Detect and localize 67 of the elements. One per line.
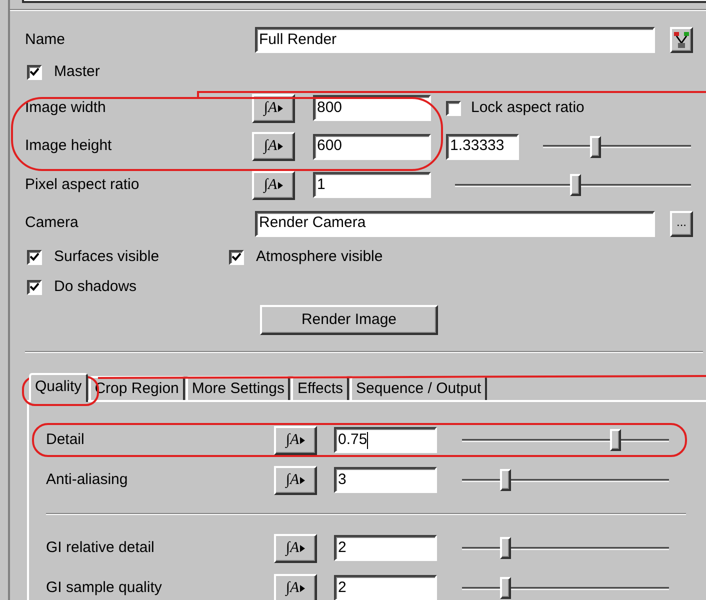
input-field[interactable]: 600 bbox=[313, 134, 431, 160]
checkbox[interactable] bbox=[27, 280, 42, 294]
slider-thumb[interactable] bbox=[610, 429, 622, 451]
field-label: Image height bbox=[25, 136, 113, 156]
play-triangle-icon bbox=[300, 436, 306, 444]
checkbox[interactable] bbox=[27, 250, 42, 264]
input-field[interactable]: 1.33333 bbox=[446, 134, 519, 160]
browse-button[interactable]: ... bbox=[670, 210, 693, 236]
field-label: Name bbox=[25, 30, 66, 50]
checkbox[interactable] bbox=[27, 64, 42, 80]
branch-icon bbox=[674, 32, 689, 48]
checkbox[interactable] bbox=[229, 250, 244, 264]
checkbox[interactable] bbox=[446, 100, 461, 116]
field-label: Detail bbox=[46, 430, 86, 450]
tab[interactable]: More Settings bbox=[186, 376, 290, 400]
render-image-button[interactable]: Render Image bbox=[260, 305, 438, 335]
play-triangle-icon bbox=[300, 584, 306, 592]
tab[interactable]: Sequence / Output bbox=[350, 376, 488, 400]
field-label: Image width bbox=[25, 98, 107, 118]
connection-button[interactable] bbox=[670, 27, 693, 53]
play-triangle-icon bbox=[300, 544, 306, 552]
checkmark-icon bbox=[30, 283, 39, 291]
play-triangle-icon bbox=[278, 143, 284, 150]
input-field[interactable]: 0.75 bbox=[334, 427, 437, 453]
play-triangle-icon bbox=[278, 104, 284, 112]
slider-thumb[interactable] bbox=[500, 469, 512, 491]
field-label: Lock aspect ratio bbox=[471, 98, 584, 118]
animate-button[interactable]: ∫A bbox=[252, 94, 295, 122]
animate-button[interactable]: ∫A bbox=[252, 132, 295, 161]
field-label: Do shadows bbox=[54, 276, 137, 297]
tab[interactable]: Quality bbox=[29, 373, 88, 402]
animate-button[interactable]: ∫A bbox=[274, 426, 317, 454]
field-label: GI sample quality bbox=[46, 578, 163, 598]
tab[interactable]: Effects bbox=[291, 376, 350, 400]
input-field[interactable]: 2 bbox=[334, 575, 437, 600]
input-field[interactable]: 1 bbox=[313, 172, 431, 198]
slider[interactable] bbox=[462, 577, 669, 599]
field-label: Master bbox=[54, 62, 100, 82]
field-label: Surfaces visible bbox=[54, 246, 160, 267]
input-field[interactable]: 3 bbox=[334, 467, 437, 493]
checkmark-icon bbox=[30, 253, 39, 261]
slider[interactable] bbox=[455, 174, 691, 196]
input-field[interactable]: 2 bbox=[334, 535, 437, 561]
slider[interactable] bbox=[462, 537, 669, 559]
play-triangle-icon bbox=[300, 476, 306, 484]
field-label: Atmosphere visible bbox=[256, 246, 383, 267]
slider-thumb[interactable] bbox=[570, 174, 582, 196]
slider-thumb[interactable] bbox=[590, 136, 601, 158]
slider[interactable] bbox=[462, 469, 669, 491]
slider[interactable] bbox=[462, 429, 669, 451]
checkmark-icon bbox=[30, 68, 39, 76]
play-triangle-icon bbox=[278, 182, 284, 188]
input-field[interactable]: Render Camera bbox=[255, 210, 655, 236]
slider[interactable] bbox=[543, 136, 691, 158]
field-label: Anti-aliasing bbox=[46, 470, 129, 490]
field-label: GI relative detail bbox=[46, 538, 156, 558]
slider-thumb[interactable] bbox=[500, 537, 512, 559]
animate-button[interactable]: ∫A bbox=[274, 466, 317, 494]
animate-button[interactable]: ∫A bbox=[274, 534, 317, 562]
input-field[interactable]: Full Render bbox=[255, 27, 655, 53]
input-field[interactable]: 800 bbox=[313, 95, 431, 121]
field-label: Camera bbox=[25, 213, 80, 234]
checkmark-icon bbox=[232, 253, 241, 261]
slider-thumb[interactable] bbox=[500, 577, 512, 599]
animate-button[interactable]: ∫A bbox=[252, 170, 295, 200]
field-label: Pixel aspect ratio bbox=[25, 174, 140, 195]
animate-button[interactable]: ∫A bbox=[274, 574, 317, 600]
